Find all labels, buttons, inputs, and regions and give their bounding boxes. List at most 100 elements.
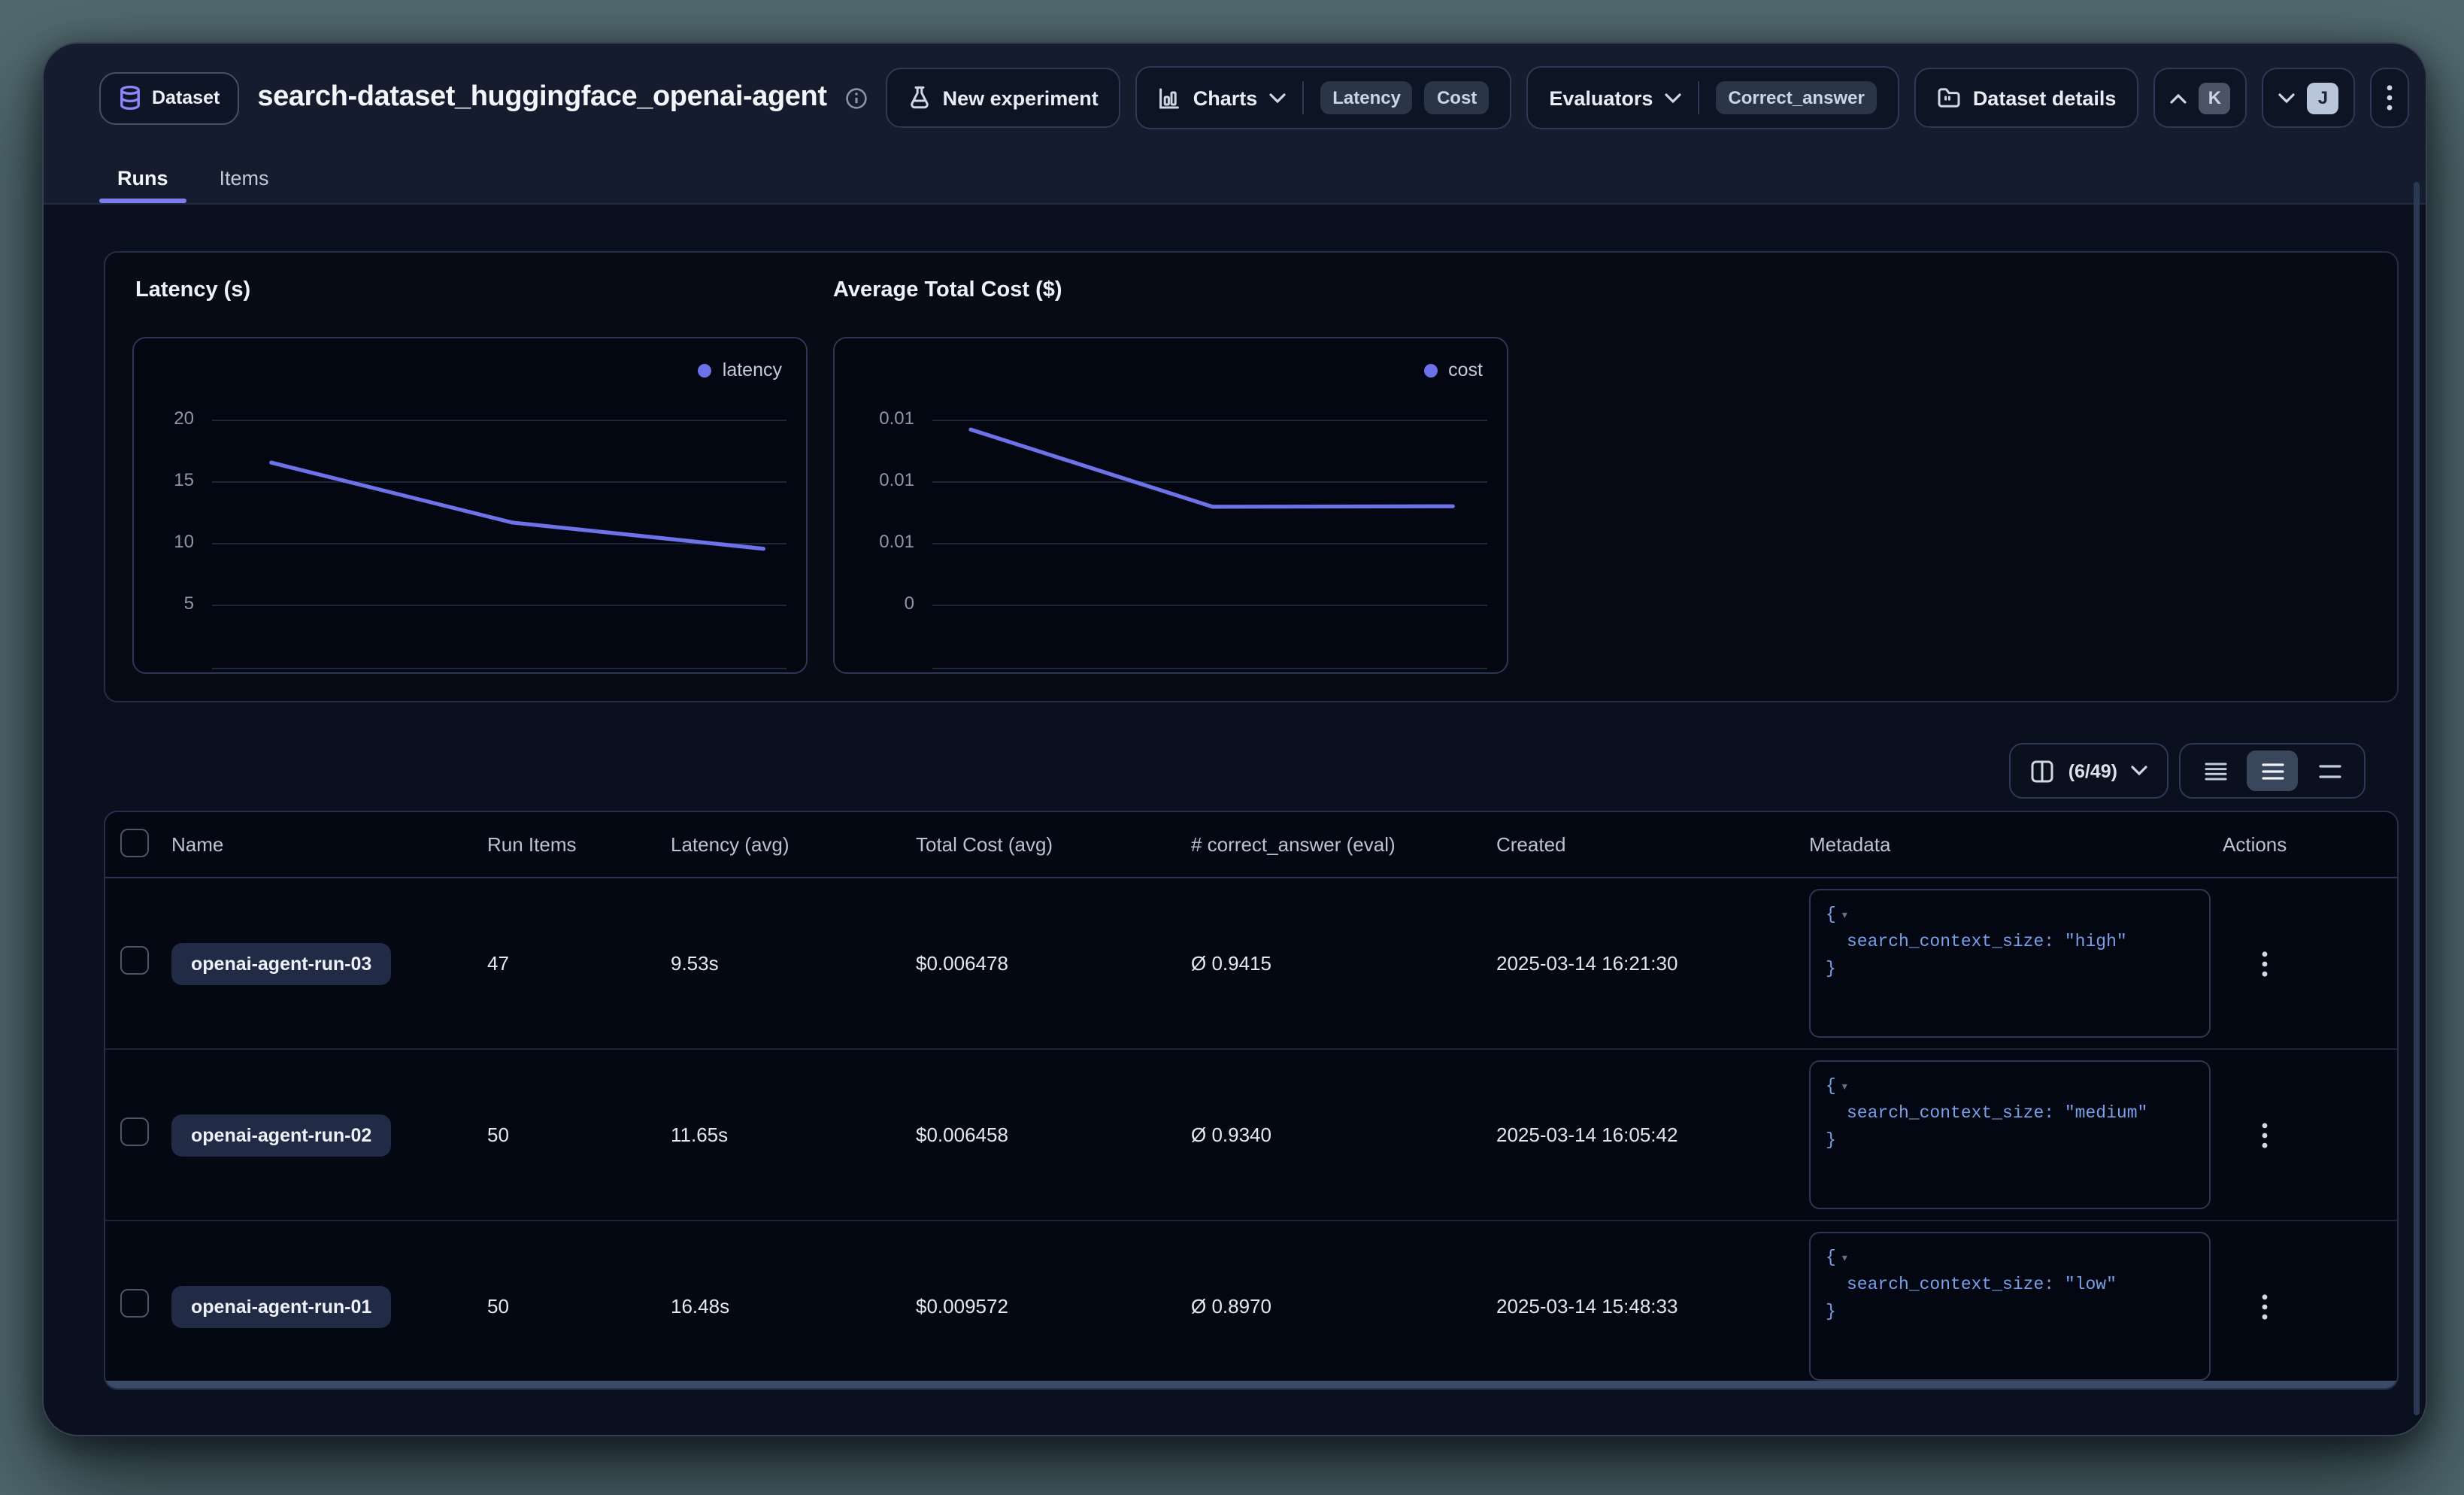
collapse-chevron-icon[interactable]: ▾ — [1841, 1080, 1849, 1095]
column-header-run-items[interactable]: Run Items — [487, 833, 671, 856]
column-header-total-cost[interactable]: Total Cost (avg) — [916, 833, 1191, 856]
total-cost-cell: $0.006458 — [916, 1124, 1191, 1146]
run-items-cell: 50 — [487, 1295, 671, 1318]
row-actions-button[interactable] — [2242, 941, 2287, 986]
correct-answer-cell: Ø 0.9415 — [1191, 952, 1496, 975]
collapse-chevron-icon[interactable]: ▾ — [1841, 908, 1849, 923]
column-header-metadata[interactable]: Metadata — [1809, 833, 2223, 856]
correct-answer-cell: Ø 0.8970 — [1191, 1295, 1496, 1318]
column-header-name[interactable]: Name — [171, 833, 487, 856]
row-height-toggle — [2179, 743, 2366, 799]
column-header-actions: Actions — [2223, 833, 2397, 856]
chevron-down-icon — [1665, 92, 1681, 103]
column-visibility-button[interactable]: (6/49) — [2010, 743, 2169, 799]
table-controls: (6/49) — [2010, 743, 2366, 799]
columns-count-label: (6/49) — [2068, 760, 2117, 781]
next-run-button[interactable]: J — [2262, 68, 2355, 128]
dataset-badge: Dataset — [99, 71, 239, 124]
created-cell: 2025-03-14 16:05:42 — [1496, 1124, 1809, 1146]
latency-plot-area — [212, 338, 786, 672]
horizontal-scrollbar[interactable] — [105, 1381, 2397, 1388]
ellipsis-vertical-icon — [2387, 84, 2393, 111]
table-header-row: Name Run Items Latency (avg) Total Cost … — [105, 812, 2397, 878]
dataset-details-button[interactable]: Dataset details — [1914, 68, 2139, 128]
collapse-chevron-icon[interactable]: ▾ — [1841, 1251, 1849, 1266]
y-axis-tick: 0.01 — [835, 407, 914, 428]
tab-runs[interactable]: Runs — [99, 152, 186, 203]
metadata-json-viewer[interactable]: {▾ search_context_size: "medium" } — [1809, 1060, 2211, 1209]
y-axis-tick: 0.01 — [835, 531, 914, 552]
run-name-badge[interactable]: openai-agent-run-03 — [171, 942, 391, 984]
title-row: Dataset search-dataset_huggingface_opena… — [99, 65, 2396, 131]
correct-answer-cell: Ø 0.9340 — [1191, 1124, 1496, 1146]
y-axis-tick: 10 — [134, 531, 194, 552]
latency-chart-title: Latency (s) — [135, 278, 250, 302]
select-all-checkbox[interactable] — [120, 828, 149, 857]
row-actions-button[interactable] — [2242, 1112, 2287, 1157]
metadata-json-viewer[interactable]: {▾ search_context_size: "low" } — [1809, 1232, 2211, 1381]
shortcut-key-k: K — [2199, 82, 2230, 114]
row-checkbox[interactable] — [120, 945, 149, 974]
total-cost-cell: $0.009572 — [916, 1295, 1191, 1318]
metadata-json-viewer[interactable]: {▾ search_context_size: "high" } — [1809, 889, 2211, 1038]
tab-bar: Runs Items — [99, 152, 287, 203]
charts-panel: Latency (s) latency 2015105 Average Tota… — [104, 251, 2399, 702]
prev-run-button[interactable]: K — [2153, 68, 2247, 128]
y-axis-tick: 20 — [134, 407, 194, 428]
database-icon — [119, 86, 141, 110]
evaluators-badge-correct-answer[interactable]: Correct_answer — [1716, 81, 1876, 114]
row-checkbox[interactable] — [120, 1288, 149, 1317]
y-axis-tick: 0.01 — [835, 469, 914, 490]
charts-badge-latency[interactable]: Latency — [1320, 81, 1413, 114]
column-header-correct-answer[interactable]: # correct_answer (eval) — [1191, 833, 1496, 856]
evaluators-dropdown[interactable]: Evaluators Correct_answer — [1526, 66, 1899, 129]
header-more-button[interactable] — [2370, 68, 2409, 128]
chevron-down-icon — [2131, 766, 2147, 776]
table-row[interactable]: openai-agent-run-01 50 16.48s $0.009572 … — [105, 1221, 2397, 1390]
row-checkbox[interactable] — [120, 1117, 149, 1145]
vertical-scrollbar[interactable] — [2414, 182, 2420, 1415]
charts-badge-cost[interactable]: Cost — [1425, 81, 1489, 114]
cost-chart: cost 0.010.010.010 — [833, 337, 1508, 674]
run-name-badge[interactable]: openai-agent-run-01 — [171, 1285, 391, 1327]
chevron-down-icon — [1269, 92, 1286, 103]
row-height-medium-option[interactable] — [2247, 751, 2298, 791]
folder-icon — [1937, 87, 1961, 108]
charts-dropdown[interactable]: Charts Latency Cost — [1136, 66, 1512, 129]
info-icon[interactable] — [845, 86, 868, 109]
created-cell: 2025-03-14 15:48:33 — [1496, 1295, 1809, 1318]
run-name-badge[interactable]: openai-agent-run-02 — [171, 1114, 391, 1156]
dataset-badge-label: Dataset — [152, 87, 220, 108]
cost-chart-title: Average Total Cost ($) — [833, 278, 1062, 302]
divider — [1698, 81, 1699, 114]
created-cell: 2025-03-14 16:21:30 — [1496, 952, 1809, 975]
column-header-latency[interactable]: Latency (avg) — [671, 833, 916, 856]
app-window: Dataset search-dataset_huggingface_opena… — [42, 42, 2427, 1436]
shortcut-key-j: J — [2307, 82, 2338, 114]
header-actions: New experiment Charts — [886, 66, 2410, 129]
latency-cell: 16.48s — [671, 1295, 916, 1318]
row-height-tall-option[interactable] — [2304, 751, 2355, 791]
row-actions-button[interactable] — [2242, 1284, 2287, 1329]
table-row[interactable]: openai-agent-run-03 47 9.53s $0.006478 Ø… — [105, 878, 2397, 1050]
dataset-details-label: Dataset details — [1973, 86, 2117, 109]
latency-cell: 9.53s — [671, 952, 916, 975]
column-header-created[interactable]: Created — [1496, 833, 1809, 856]
row-height-compact-option[interactable] — [2190, 751, 2241, 791]
table-body: openai-agent-run-03 47 9.53s $0.006478 Ø… — [105, 878, 2397, 1390]
chevron-down-icon — [2278, 92, 2295, 103]
bar-chart-icon — [1159, 86, 1181, 109]
total-cost-cell: $0.006478 — [916, 952, 1191, 975]
flask-icon — [908, 86, 931, 110]
desktop-background: Dataset search-dataset_huggingface_opena… — [0, 0, 2464, 1495]
app-header: Dataset search-dataset_huggingface_opena… — [44, 44, 2426, 205]
new-experiment-button[interactable]: New experiment — [886, 68, 1121, 128]
table-row[interactable]: openai-agent-run-02 50 11.65s $0.006458 … — [105, 1050, 2397, 1221]
main-content: Latency (s) latency 2015105 Average Tota… — [44, 205, 2426, 1435]
y-axis-tick: 15 — [134, 469, 194, 490]
chevron-up-icon — [2170, 92, 2187, 103]
runs-table: Name Run Items Latency (avg) Total Cost … — [104, 811, 2399, 1390]
run-items-cell: 50 — [487, 1124, 671, 1146]
cost-plot-area — [932, 338, 1487, 672]
tab-items[interactable]: Items — [202, 152, 287, 203]
